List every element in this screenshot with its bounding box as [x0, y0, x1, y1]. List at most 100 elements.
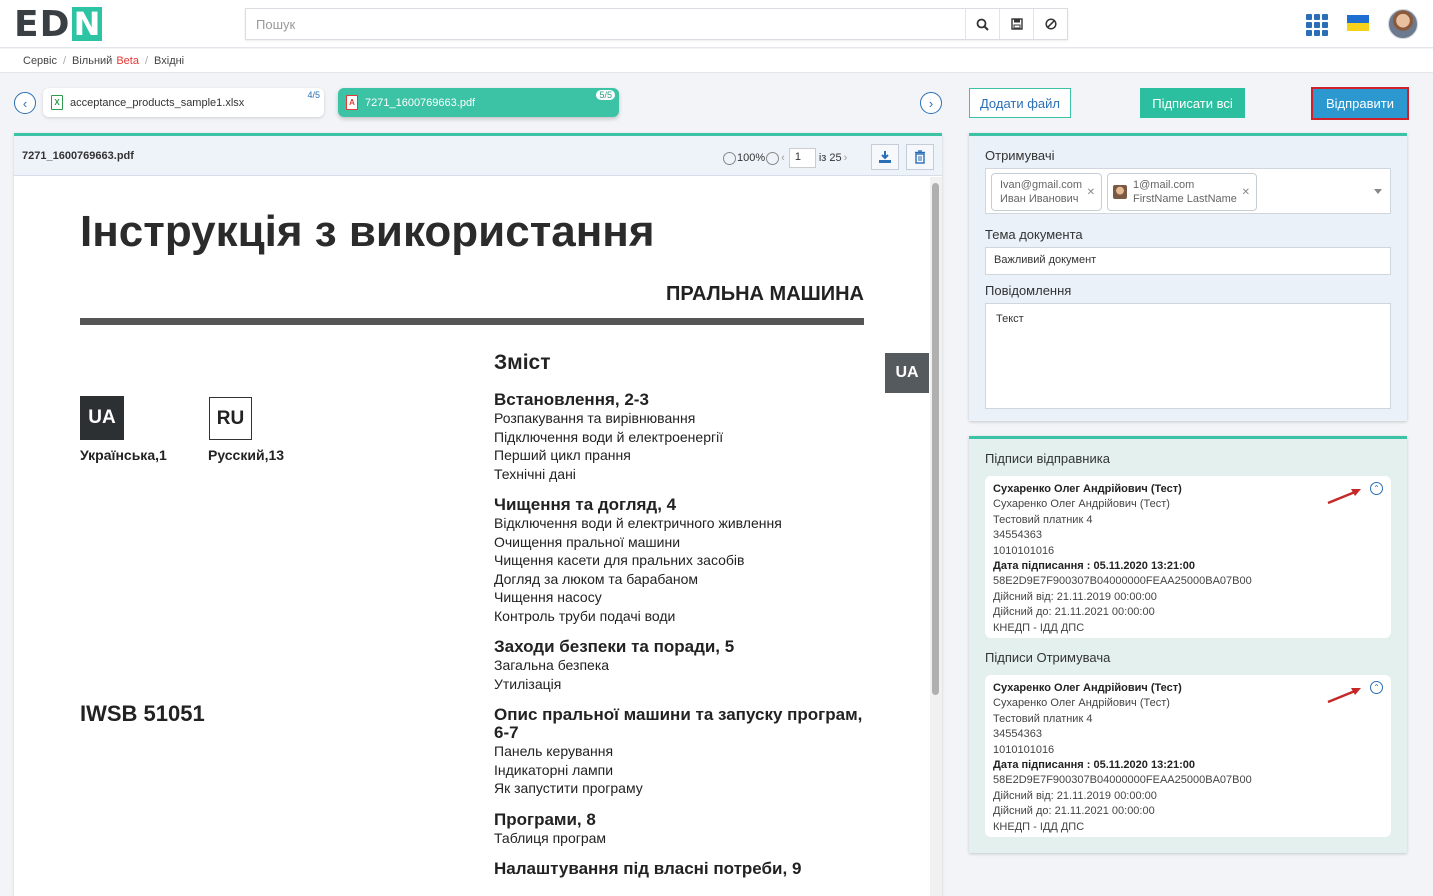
file-counter: 4/5 — [307, 90, 320, 100]
search-button[interactable] — [965, 9, 999, 39]
signatures-panel: Підписи відправника Сухаренко Олег Андрі… — [969, 436, 1407, 853]
toc-item: Технічні дані — [494, 465, 576, 482]
red-arrow-icon — [1327, 688, 1361, 704]
red-arrow-icon — [1327, 489, 1361, 505]
chevron-right-icon[interactable]: › — [844, 152, 848, 164]
collapse-icon[interactable]: ⌃ — [1370, 681, 1383, 694]
search-icon — [976, 18, 989, 31]
breadcrumb-service[interactable]: Сервіс — [23, 55, 57, 67]
remove-recipient-icon[interactable]: ✕ — [1242, 186, 1250, 200]
page-input[interactable]: 1 — [788, 148, 816, 168]
signer-code: 1010101016 — [993, 544, 1055, 557]
chevron-left-icon[interactable]: ‹ — [781, 152, 785, 164]
collapse-icon[interactable]: ⌃ — [1370, 482, 1383, 495]
viewer-file-name: 7271_1600769663.pdf — [22, 150, 134, 162]
zoom-controls: 100% ‹ 1 із 25 › — [722, 148, 847, 168]
breadcrumb-free[interactable]: Вільний — [72, 55, 112, 67]
prev-file-button[interactable]: ‹ — [14, 92, 36, 114]
toc-section-title: Встановлення, 2-3 — [494, 390, 649, 409]
add-file-button[interactable]: Додати файл — [969, 88, 1071, 118]
sign-all-button[interactable]: Підписати всі — [1140, 88, 1245, 118]
signer-org: Тестовий платник 4 — [993, 513, 1093, 526]
download-icon — [879, 151, 891, 163]
valid-to: Дійсний до: 21.11.2021 00:00:00 — [993, 805, 1155, 818]
zoom-in-icon[interactable] — [766, 151, 780, 165]
toc-item: Індикаторні лампи — [494, 761, 614, 778]
recipient-chip[interactable]: 1@mail.com FirstName LastName ✕ — [1107, 173, 1257, 211]
ua-flag-icon[interactable] — [1347, 15, 1369, 31]
cert-serial: 58E2D9E7F900307B04000000FEAA25000BA07B00 — [993, 575, 1252, 588]
side-lang-tab: UA — [885, 353, 929, 393]
scrollbar-thumb[interactable] — [932, 183, 939, 695]
toc-section-title: Програми, 8 — [494, 809, 596, 829]
valid-from: Дійсний від: 21.11.2019 00:00:00 — [993, 590, 1157, 603]
trash-icon — [915, 150, 925, 164]
signer-code: 34554363 — [993, 728, 1042, 741]
breadcrumb-inbox[interactable]: Вхідні — [154, 55, 184, 67]
file-tab-pdf[interactable]: A 7271_1600769663.pdf 5/5 — [338, 88, 619, 117]
send-button[interactable]: Відправити — [1311, 87, 1409, 120]
doc-title: Інструкція з використання — [80, 207, 655, 256]
page-count: із 25 — [818, 152, 842, 164]
toc-section: Налаштування під власні потреби, 9 — [494, 860, 874, 878]
zoom-out-icon[interactable] — [723, 151, 736, 165]
delete-button[interactable] — [906, 144, 934, 170]
toc-item: Утилізація — [494, 675, 562, 692]
file-tab-xlsx[interactable]: X acceptance_products_sample1.xlsx 4/5 — [43, 88, 324, 117]
file-counter: 5/5 — [596, 90, 615, 100]
toc-item: Розпакування та вирівнювання — [494, 410, 696, 426]
zoom-level: 100% — [737, 152, 766, 164]
send-form-panel: Отримувачі Ivan@gmail.com Иван Иванович … — [969, 133, 1407, 421]
toc-item: Чищення касети для пральних засобів — [494, 552, 745, 568]
recipient-email: 1@mail.com — [1133, 179, 1195, 191]
valid-from: Дійсний від: 21.11.2019 00:00:00 — [993, 789, 1157, 802]
recipient-name: FirstName LastName — [1133, 193, 1237, 205]
toc-item: Контроль труби подачі води — [494, 607, 676, 624]
pdf-file-icon: A — [346, 95, 358, 110]
toc-item: Панель керування — [494, 743, 614, 759]
file-tab-label: acceptance_products_sample1.xlsx — [70, 96, 245, 109]
apps-grid-icon[interactable] — [1306, 14, 1328, 36]
recipients-select[interactable]: Ivan@gmail.com Иван Иванович ✕ 1@mail.co… — [985, 168, 1391, 214]
edin-logo[interactable]: ED N — [14, 4, 103, 45]
next-file-button[interactable]: › — [920, 92, 942, 114]
toc-item: Чищення насосу — [494, 589, 602, 605]
beta-badge: Beta — [116, 54, 139, 67]
recipient-chip[interactable]: Ivan@gmail.com Иван Иванович ✕ — [991, 173, 1102, 211]
toc-item: Перший цикл прання — [494, 447, 631, 463]
toc-section: Встановлення, 2-3 Розпакування та вирівн… — [494, 391, 874, 483]
logo-text: ED — [14, 3, 71, 45]
chevron-down-icon[interactable] — [1374, 189, 1382, 194]
toc-item: Догляд за люком та барабаном — [494, 570, 698, 587]
remove-recipient-icon[interactable]: ✕ — [1087, 186, 1095, 200]
logo-mark: N — [72, 5, 103, 43]
lang-ru-box: RU — [209, 397, 252, 440]
viewer-scrollbar[interactable] — [930, 177, 942, 896]
save-icon — [1010, 18, 1023, 30]
lang-ua-label: Українська,1 — [80, 447, 167, 463]
toc-item: Відключення води й електричного живлення — [494, 515, 782, 531]
doc-subtitle: ПРАЛЬНА МАШИНА — [666, 283, 864, 305]
user-avatar[interactable] — [1388, 9, 1418, 39]
document-viewer: 7271_1600769663.pdf 100% ‹ 1 із 25 › Інс… — [14, 133, 942, 896]
recipient-email: Ivan@gmail.com — [1000, 179, 1083, 191]
breadcrumb-separator: / — [144, 54, 149, 67]
download-button[interactable] — [871, 144, 899, 170]
toc-section-title: Налаштування під власні потреби, 9 — [494, 859, 802, 878]
lang-ua-box: UA — [80, 396, 124, 440]
save-search-button[interactable] — [999, 9, 1033, 39]
viewer-toolbar: 7271_1600769663.pdf 100% ‹ 1 із 25 › — [14, 136, 942, 176]
recipients-label: Отримувачі — [985, 148, 1055, 163]
breadcrumb: Сервіс / Вільний Beta / Вхідні — [0, 49, 1433, 73]
signature-card: Сухаренко Олег Андрійович (Тест) Сухарен… — [985, 476, 1391, 638]
recipient-name: Иван Иванович — [1000, 193, 1079, 205]
message-label: Повідомлення — [985, 283, 1072, 298]
subject-input[interactable]: Важливий документ — [985, 247, 1391, 275]
subject-label: Тема документа — [985, 227, 1083, 242]
toc-section: Заходи безпеки та поради, 5 Загальна без… — [494, 638, 874, 693]
cert-issuer: КНЕДП - ІДД ДПС — [993, 621, 1085, 634]
toc-item: Загальна безпека — [494, 657, 610, 673]
message-textarea[interactable]: Текст — [985, 303, 1391, 409]
clear-search-button[interactable] — [1033, 9, 1067, 39]
search-input[interactable] — [246, 9, 965, 39]
